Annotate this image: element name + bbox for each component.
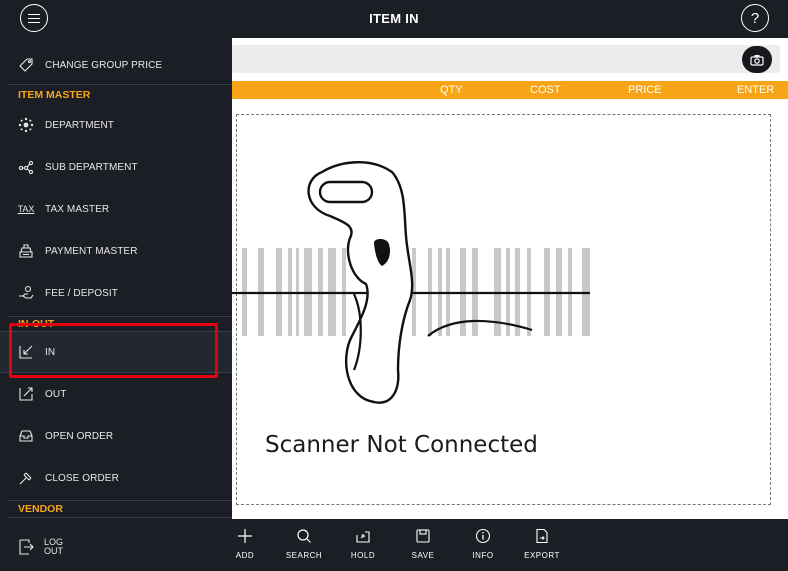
camera-icon: [750, 54, 764, 66]
export-icon: [536, 528, 548, 544]
page-title: ITEM IN: [369, 11, 419, 26]
menu-item-sub-department[interactable]: SUB DEPARTMENT: [0, 148, 232, 186]
section-vendor: VENDOR: [18, 503, 63, 515]
inbox-icon: [19, 430, 33, 442]
save-icon: [416, 529, 430, 543]
cash-register-icon: [19, 244, 33, 258]
hand-coin-icon: [19, 285, 34, 299]
logout-icon: [19, 539, 34, 555]
menu-label: CLOSE ORDER: [45, 472, 119, 484]
save-button[interactable]: SAVE: [401, 527, 445, 560]
export-label: EXPORT: [524, 551, 560, 560]
menu-item-fee-deposit[interactable]: FEE / DEPOSIT: [0, 274, 232, 312]
export-button[interactable]: EXPORT: [520, 527, 564, 560]
column-qty: QTY: [440, 84, 463, 96]
hold-button[interactable]: HOLD: [341, 527, 385, 560]
menu-item-open-order[interactable]: OPEN ORDER: [0, 417, 232, 455]
search-label: SEARCH: [285, 551, 323, 560]
help-button[interactable]: ?: [741, 4, 769, 32]
menu-label: OPEN ORDER: [45, 430, 114, 442]
gavel-icon: [19, 472, 32, 485]
menu-label: FEE / DEPOSIT: [45, 287, 118, 299]
menu-label: SUB DEPARTMENT: [45, 161, 138, 173]
camera-button[interactable]: [742, 46, 772, 73]
search-icon: [297, 529, 311, 543]
highlight-box: [9, 323, 218, 378]
logout-label-line2: OUT: [44, 546, 63, 556]
menu-item-close-order[interactable]: CLOSE ORDER: [0, 459, 232, 497]
hold-label: HOLD: [350, 551, 376, 560]
search-input[interactable]: [232, 45, 780, 73]
scanner-status-message: Scanner Not Connected: [265, 432, 538, 458]
item-in-screen: ITEM IN ? QTY COST PRICE ENTER Scanner N…: [0, 0, 788, 571]
menu-item-change-group-price[interactable]: CHANGE GROUP PRICE: [0, 46, 232, 84]
column-enter: ENTER: [737, 84, 775, 96]
menu-label: TAX MASTER: [45, 203, 110, 215]
column-header-row: QTY COST PRICE ENTER: [232, 81, 788, 99]
info-label: INFO: [472, 551, 494, 560]
menu-label: DEPARTMENT: [45, 119, 114, 131]
info-button[interactable]: INFO: [461, 527, 505, 560]
top-bar: ITEM IN ?: [0, 0, 788, 38]
search-button[interactable]: SEARCH: [282, 527, 326, 560]
tax-icon: TAX: [17, 204, 35, 214]
menu-label: PAYMENT MASTER: [45, 245, 138, 257]
menu-label: OUT: [45, 388, 67, 400]
save-label: SAVE: [411, 551, 435, 560]
menu-item-payment-master[interactable]: PAYMENT MASTER: [0, 232, 232, 270]
arrow-out-icon: [19, 387, 33, 401]
column-price: PRICE: [628, 84, 662, 96]
menu-item-out[interactable]: OUT: [0, 375, 232, 413]
logout-label: LOG OUT: [44, 538, 66, 556]
menu-label: CHANGE GROUP PRICE: [45, 59, 163, 71]
menu-item-department[interactable]: DEPARTMENT: [0, 106, 232, 144]
help-icon: ?: [750, 9, 760, 27]
menu-item-tax-master[interactable]: TAX TAX MASTER: [0, 190, 232, 228]
plus-icon: [238, 529, 252, 543]
side-menu: CHANGE GROUP PRICE ITEM MASTER DEPARTMEN…: [0, 38, 232, 571]
department-icon: [18, 117, 34, 133]
tag-icon: [19, 58, 33, 72]
sub-department-icon: [18, 160, 34, 175]
info-icon: [475, 528, 491, 544]
column-cost: COST: [530, 84, 561, 96]
logout-button[interactable]: LOG OUT: [0, 526, 232, 568]
section-item-master: ITEM MASTER: [18, 89, 91, 101]
barcode-scanner-illustration: [232, 161, 590, 404]
hold-icon: [356, 531, 370, 543]
